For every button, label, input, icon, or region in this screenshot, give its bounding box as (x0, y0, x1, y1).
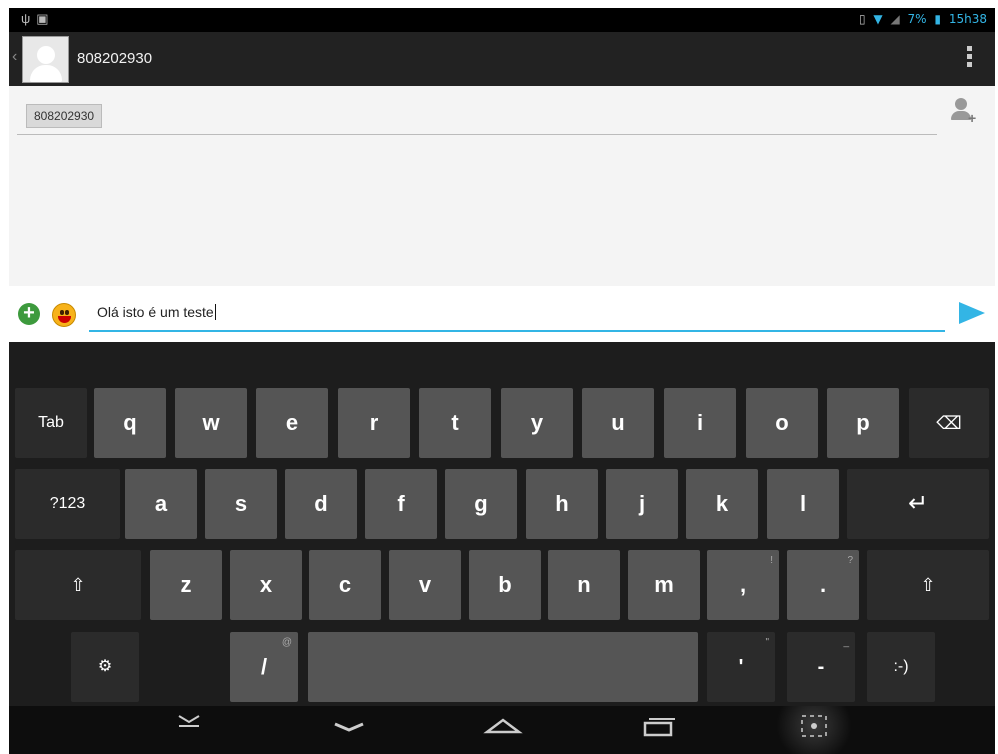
space-bar[interactable] (308, 632, 698, 702)
key-t[interactable]: t (419, 388, 491, 458)
action-bar: ‹ 808202930 (9, 32, 995, 86)
key-i[interactable]: i (664, 388, 736, 458)
signal-icon: ◢ (890, 12, 900, 26)
key-d[interactable]: d (285, 469, 357, 539)
key-k[interactable]: k (686, 469, 758, 539)
back-icon[interactable] (319, 706, 379, 754)
shift-key-right[interactable]: ⇧ (867, 550, 989, 620)
recipient-underline (17, 134, 937, 135)
recipient-chip[interactable]: 808202930 (26, 104, 103, 128)
key-comma-label: , (739, 572, 747, 597)
key-period-label: . (819, 572, 827, 597)
key-f[interactable]: f (365, 469, 437, 539)
key-slash[interactable]: / @ (230, 632, 298, 702)
key-q[interactable]: q (94, 388, 166, 458)
key-l[interactable]: l (767, 469, 839, 539)
navigation-bar (9, 706, 995, 754)
message-text: Olá isto é um teste (97, 304, 214, 320)
emoji-smiley-icon[interactable] (52, 303, 76, 327)
bluetooth-icon: ▯ (858, 12, 866, 26)
key-g[interactable]: g (445, 469, 517, 539)
key-comma-hint: ! (770, 555, 773, 566)
key-p[interactable]: p (827, 388, 899, 458)
back-chevron-icon[interactable]: ‹ (12, 48, 17, 66)
message-input-underline (89, 330, 945, 332)
key-tab[interactable]: Tab (15, 388, 87, 458)
key-apostrophe-hint: " (765, 637, 769, 648)
key-z[interactable]: z (150, 550, 222, 620)
recent-apps-icon[interactable] (629, 706, 689, 754)
emoticon-key[interactable]: :-) (867, 632, 935, 702)
settings-key[interactable]: ⚙ (71, 632, 139, 702)
key-e[interactable]: e (256, 388, 328, 458)
key-dash-hint: _ (843, 637, 849, 648)
soft-keyboard: Tab q w e r t y u i o p ⌫ ?123 a s d f g… (9, 342, 995, 754)
backspace-key[interactable]: ⌫ (909, 388, 989, 458)
battery-icon: ▮ (934, 12, 942, 26)
usb-icon: ψ (21, 11, 37, 26)
key-o[interactable]: o (746, 388, 818, 458)
compose-bar: + Olá isto é um teste (9, 286, 995, 342)
overflow-menu-icon[interactable] (967, 46, 973, 72)
screenshot-icon[interactable] (769, 706, 859, 754)
notification-icons: ψ▣ (21, 11, 55, 27)
key-u[interactable]: u (582, 388, 654, 458)
key-v[interactable]: v (389, 550, 461, 620)
add-contact-icon[interactable]: + (951, 98, 977, 126)
key-a[interactable]: a (125, 469, 197, 539)
key-c[interactable]: c (309, 550, 381, 620)
key-slash-label: / (260, 654, 268, 679)
hide-keyboard-icon[interactable] (159, 706, 219, 754)
key-h[interactable]: h (526, 469, 598, 539)
shift-key-left[interactable]: ⇧ (15, 550, 141, 620)
clock: 15h38 (948, 12, 987, 26)
system-indicators: ▯ ▼ ◢ 7% ▮ 15h38 (855, 12, 987, 26)
home-icon[interactable] (473, 706, 533, 754)
key-j[interactable]: j (606, 469, 678, 539)
key-b[interactable]: b (469, 550, 541, 620)
key-apostrophe-label: ' (738, 656, 744, 678)
wifi-icon: ▼ (873, 12, 883, 26)
attach-add-icon[interactable]: + (18, 303, 40, 325)
image-icon: ▣ (36, 11, 55, 26)
key-apostrophe[interactable]: ' " (707, 632, 775, 702)
status-bar: ψ▣ ▯ ▼ ◢ 7% ▮ 15h38 (9, 8, 995, 32)
text-cursor (214, 304, 216, 320)
key-slash-hint: @ (281, 637, 292, 648)
key-s[interactable]: s (205, 469, 277, 539)
contact-name: 808202930 (77, 50, 153, 67)
key-y[interactable]: y (501, 388, 573, 458)
contact-avatar-icon[interactable] (22, 36, 69, 83)
enter-key[interactable]: ↵ (847, 469, 989, 539)
key-n[interactable]: n (548, 550, 620, 620)
key-dash-label: - (817, 656, 825, 678)
key-dash[interactable]: - _ (787, 632, 855, 702)
key-symbols[interactable]: ?123 (15, 469, 120, 539)
send-icon[interactable] (959, 302, 985, 324)
key-m[interactable]: m (628, 550, 700, 620)
key-w[interactable]: w (175, 388, 247, 458)
key-r[interactable]: r (338, 388, 410, 458)
recipients-area: 808202930 + (9, 86, 995, 286)
message-input[interactable]: Olá isto é um teste (97, 304, 216, 320)
key-period-hint: ? (847, 555, 853, 566)
battery-percent: 7% (907, 12, 927, 26)
